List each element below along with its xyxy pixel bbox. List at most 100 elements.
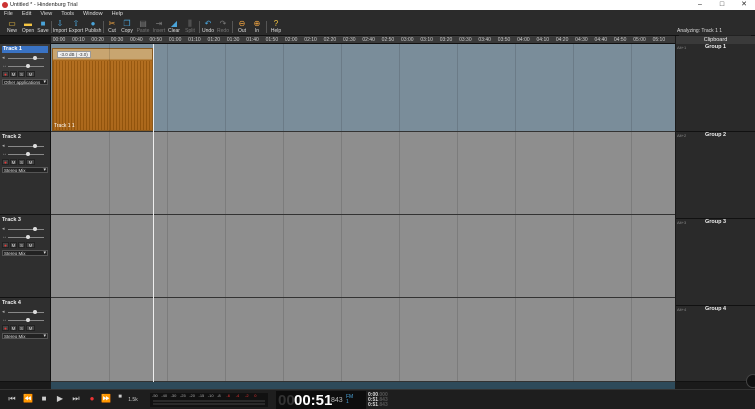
paste-button[interactable]: ▤ Paste xyxy=(135,19,151,35)
pan-slider[interactable]: ↔ xyxy=(2,317,48,323)
record-arm-button[interactable]: ● xyxy=(2,325,9,331)
track-lane[interactable]: -3.0 dB ( -3.0) Track 1 1 xyxy=(51,44,675,132)
track-name[interactable]: Track 2 xyxy=(2,134,48,141)
redo-button[interactable]: ↷ Redo xyxy=(215,19,231,35)
ruler-tick-label: 04:30 xyxy=(575,37,588,43)
track-buttons: ● M S M xyxy=(2,71,48,77)
mute-button[interactable]: M xyxy=(10,242,17,248)
ruler-tick-label: 05:10 xyxy=(652,37,666,43)
help-button[interactable]: ? Help xyxy=(268,19,284,35)
track-header[interactable]: Track 3 ◂ ↔ ● M S M Stereo Mix xyxy=(0,215,51,298)
menu-help[interactable]: Help xyxy=(112,11,123,17)
minimize-button[interactable]: – xyxy=(689,0,711,10)
open-button[interactable]: ▬ Open xyxy=(20,19,36,35)
marker-button[interactable]: M xyxy=(26,71,35,77)
track-name[interactable]: Track 3 xyxy=(2,217,48,224)
mute-button[interactable]: M xyxy=(10,325,17,331)
volume-slider[interactable]: ◂ xyxy=(2,226,48,232)
solo-button[interactable]: S xyxy=(18,325,25,331)
track-header[interactable]: Track 2 ◂ ↔ ● M S M Stereo Mix xyxy=(0,132,51,215)
clipboard-group[interactable]: Alt+4 Group 4 xyxy=(676,306,755,382)
play-icon[interactable]: ▶ xyxy=(54,394,66,403)
volume-knob[interactable] xyxy=(33,56,37,60)
next-marker-icon[interactable]: ⏭ xyxy=(70,394,82,404)
import-button[interactable]: ⇩ Import xyxy=(52,19,68,35)
track-lane[interactable] xyxy=(51,298,675,382)
volume-slider[interactable]: ◂ xyxy=(2,55,48,61)
clipboard-panel: Alt+1 Group 1 Alt+2 Group 2 Alt+3 Group 3 A… xyxy=(676,44,755,382)
zoom-in-button[interactable]: ⊕ In xyxy=(249,19,265,35)
marker-button[interactable]: M xyxy=(26,242,35,248)
track-lane[interactable] xyxy=(51,215,675,298)
volume-knob[interactable] xyxy=(33,144,37,148)
track-header[interactable]: Track 1 ◂ ↔ ● M S M Other applications xyxy=(0,44,51,132)
clear-button[interactable]: ◢ Clear xyxy=(166,19,182,35)
close-button[interactable]: ✕ xyxy=(733,0,755,10)
pan-knob[interactable] xyxy=(26,64,30,68)
volume-knob[interactable] xyxy=(33,310,37,314)
record-arm-button[interactable]: ● xyxy=(2,159,9,165)
track-lane[interactable] xyxy=(51,132,675,215)
pan-slider[interactable]: ↔ xyxy=(2,234,48,240)
zoom-out-button[interactable]: ⊖ Out xyxy=(234,19,250,35)
maximize-button[interactable]: □ xyxy=(711,0,733,10)
pan-icon: ↔ xyxy=(2,63,7,69)
scroll-corner-button[interactable] xyxy=(746,374,755,388)
export-button[interactable]: ⇧ Export xyxy=(68,19,84,35)
playhead[interactable] xyxy=(153,44,154,382)
pan-knob[interactable] xyxy=(26,318,30,322)
save-button[interactable]: ■ Save xyxy=(35,19,51,35)
record-button-icon[interactable]: ● xyxy=(86,394,98,403)
horizontal-scrollbar[interactable] xyxy=(51,382,675,389)
rewind-icon[interactable]: ⏪ xyxy=(22,394,34,403)
stop-icon[interactable]: ■ xyxy=(38,394,50,403)
loop-icon[interactable]: ■ xyxy=(114,394,126,400)
mute-button[interactable]: M xyxy=(10,159,17,165)
volume-knob[interactable] xyxy=(33,227,37,231)
pan-slider[interactable]: ↔ xyxy=(2,151,48,157)
input-source-select[interactable]: Stereo Mix xyxy=(2,250,48,256)
menu-file[interactable]: File xyxy=(4,11,13,17)
input-source-select[interactable]: Other applications xyxy=(2,79,48,85)
ruler-tick-label: 03:10 xyxy=(420,37,433,43)
menu-edit[interactable]: Edit xyxy=(22,11,31,17)
record-arm-button[interactable]: ● xyxy=(2,242,9,248)
audio-clip[interactable]: -3.0 dB ( -3.0) Track 1 1 xyxy=(52,48,153,131)
grid-line xyxy=(341,132,342,214)
split-button[interactable]: ⫼ Split xyxy=(182,19,198,35)
track-header[interactable]: Track 4 ◂ ↔ ● M S M Stereo Mix xyxy=(0,298,51,382)
volume-slider[interactable]: ◂ xyxy=(2,143,48,149)
marker-button[interactable]: M xyxy=(26,325,35,331)
clipboard-group[interactable]: Alt+2 Group 2 xyxy=(676,132,755,219)
clipboard-group[interactable]: Alt+3 Group 3 xyxy=(676,219,755,306)
solo-button[interactable]: S xyxy=(18,71,25,77)
mute-button[interactable]: M xyxy=(10,71,17,77)
grid-line xyxy=(631,132,632,214)
grid-line xyxy=(341,298,342,381)
insert-button[interactable]: ⇥ Insert xyxy=(151,19,167,35)
pan-knob[interactable] xyxy=(26,152,30,156)
input-source-select[interactable]: Stereo Mix xyxy=(2,167,48,173)
menu-tools[interactable]: Tools xyxy=(61,11,74,17)
solo-button[interactable]: S xyxy=(18,159,25,165)
solo-button[interactable]: S xyxy=(18,242,25,248)
undo-button[interactable]: ↶ Undo xyxy=(200,19,216,35)
fast-forward-icon[interactable]: ⏩ xyxy=(100,394,112,403)
copy-button[interactable]: ❐ Copy xyxy=(119,19,135,35)
publish-button[interactable]: ● Publish xyxy=(85,19,101,35)
marker-button[interactable]: M xyxy=(26,159,35,165)
timeline-ruler[interactable]: 00:00 00:10 00:20 00:30 00:40 00:50 01:00 01:10… xyxy=(51,36,675,44)
track-name[interactable]: Track 1 xyxy=(2,46,48,53)
volume-slider[interactable]: ◂ xyxy=(2,309,48,315)
track-name[interactable]: Track 4 xyxy=(2,300,48,307)
new-button[interactable]: ▭ New xyxy=(4,19,20,35)
pan-slider[interactable]: ↔ xyxy=(2,63,48,69)
clipboard-group[interactable]: Alt+1 Group 1 xyxy=(676,44,755,132)
go-to-start-icon[interactable]: ⏮ xyxy=(6,394,18,404)
pan-knob[interactable] xyxy=(26,235,30,239)
record-arm-button[interactable]: ● xyxy=(2,71,9,77)
menu-view[interactable]: View xyxy=(40,11,52,17)
input-source-select[interactable]: Stereo Mix xyxy=(2,333,48,339)
cut-button[interactable]: ✂ Cut xyxy=(104,19,120,35)
menu-window[interactable]: Window xyxy=(83,11,103,17)
